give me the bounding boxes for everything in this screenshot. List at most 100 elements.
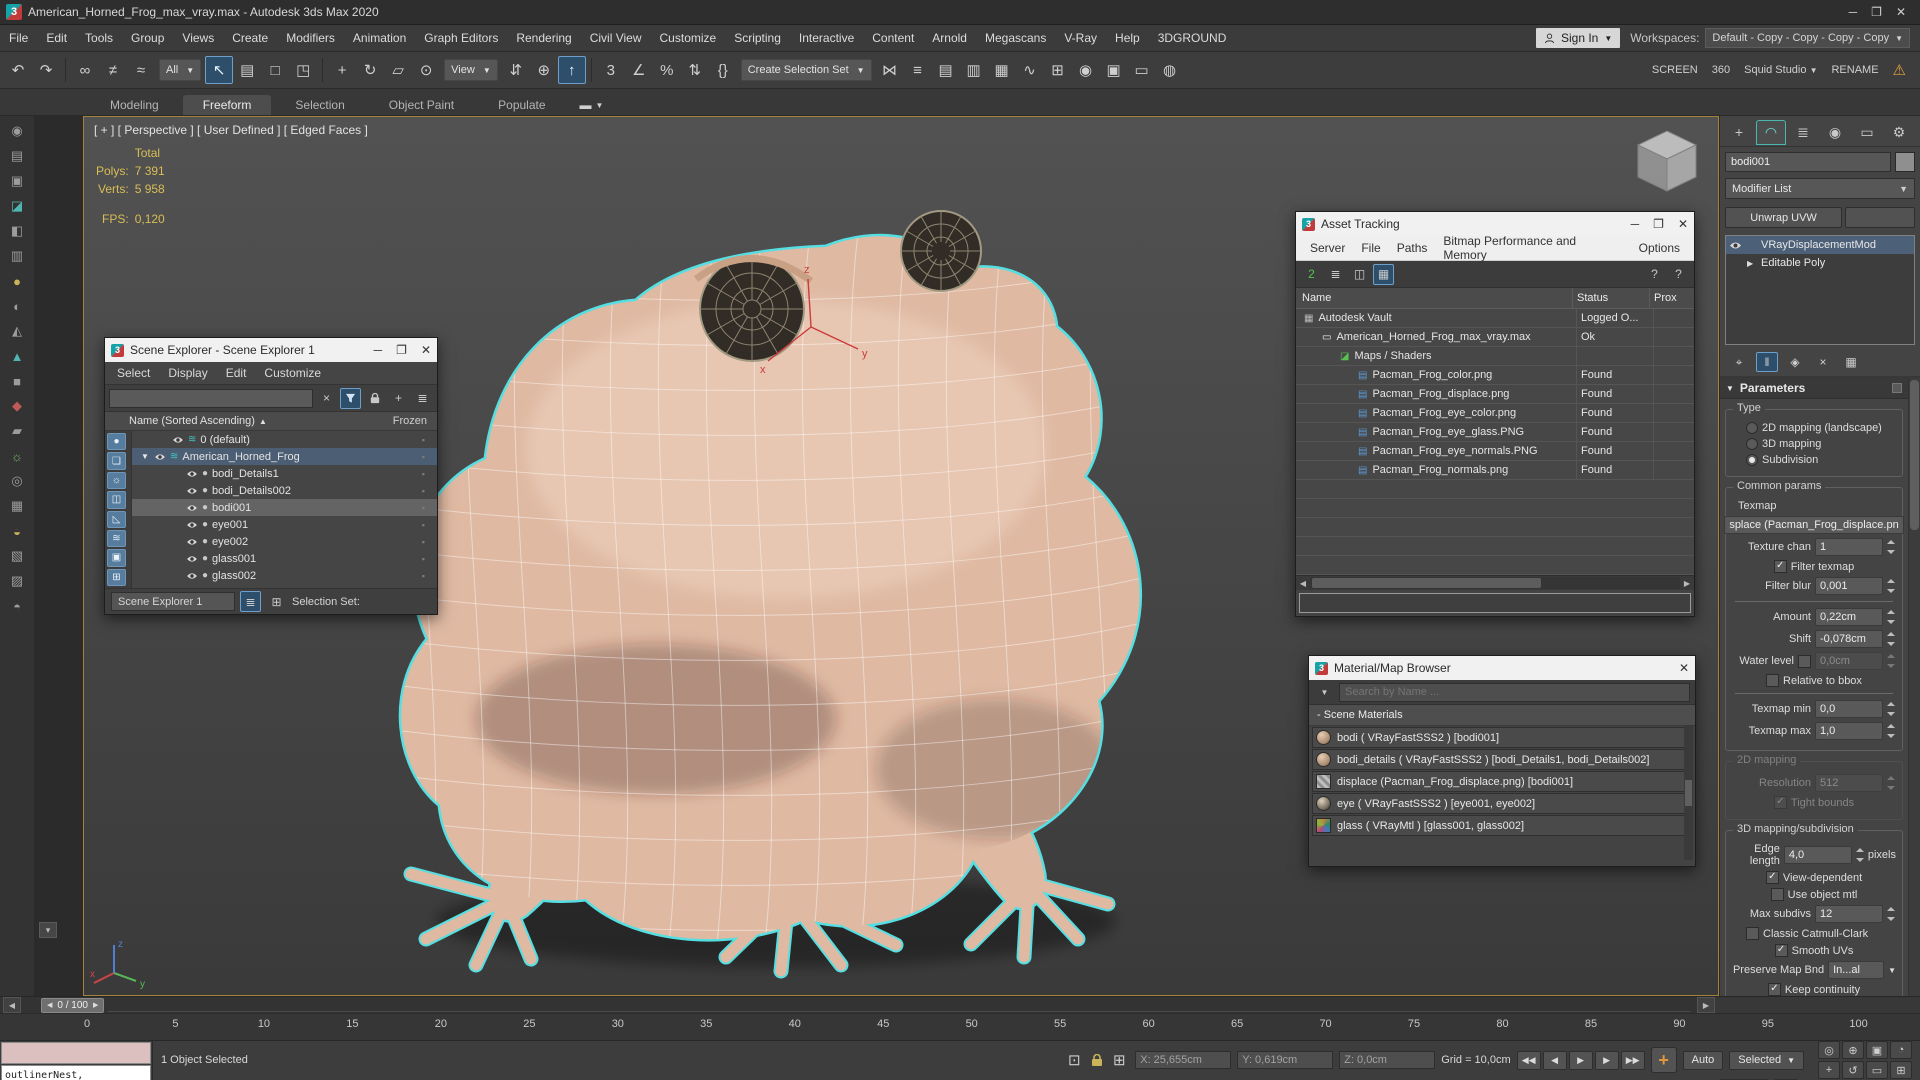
left-tool-icon[interactable]: ▰ [7,422,27,440]
parameters-rollout-header[interactable]: ▼ Parameters [1720,378,1908,399]
clear-search-icon[interactable]: × [316,388,337,409]
left-tool-icon[interactable]: ◉ [7,122,27,140]
frozen-toggle[interactable]: ▪ [422,469,425,479]
select-and-move-button[interactable]: + [328,56,356,84]
left-tool-icon[interactable]: ◓ [7,597,27,615]
asset-row[interactable]: ▤ Pacman_Frog_eye_normals.PNG Found [1296,442,1694,461]
asset-row[interactable]: ▤ Pacman_Frog_normals.png Found [1296,461,1694,480]
material-scrollbar[interactable] [1684,726,1693,860]
zoom-extents-button[interactable]: ▣ [1866,1041,1888,1059]
listener-script-row[interactable]: outlinerNest, [1,1064,151,1080]
visibility-eye-icon[interactable] [186,555,198,563]
studio-dropdown[interactable]: Squid Studio ▼ [1744,64,1817,76]
material-search-input[interactable] [1339,682,1690,702]
status-column-header[interactable]: Status [1573,288,1650,308]
align-button[interactable]: ≡ [904,56,932,84]
frozen-toggle[interactable]: ▪ [422,452,425,462]
left-tool-icon[interactable]: ▦ [7,497,27,515]
render-production-button[interactable]: ◍ [1156,56,1184,84]
spinner[interactable] [1887,540,1896,554]
grid-mode-icon[interactable]: ⊞ [266,591,287,612]
filter-groups-icon[interactable]: ▣ [107,549,126,567]
select-and-place-button[interactable]: ⊙ [412,56,440,84]
left-tool-icon[interactable]: ▧ [7,547,27,565]
left-tool-icon[interactable]: ◐ [7,297,27,315]
remove-modifier-button[interactable]: × [1812,352,1834,372]
scene-explorer-menu-item[interactable]: Edit [218,366,255,380]
spinner[interactable] [1887,632,1896,646]
maximize-button[interactable]: ❐ [1871,5,1882,19]
bind-to-space-warp-button[interactable]: ≈ [127,56,155,84]
frozen-toggle[interactable]: ▪ [422,520,425,530]
use-selection-center-button[interactable]: ⊕ [530,56,558,84]
filter-funnel-icon[interactable] [340,387,361,409]
scene-row[interactable]: ● glass001 ▪ [132,550,437,567]
angle-snap-button[interactable]: ∠ [625,56,653,84]
left-tool-icon[interactable]: ◒ [7,522,27,540]
vault-status-icon[interactable]: 2 [1301,264,1322,285]
time-slider-track[interactable] [108,999,1690,1012]
asset-command-field[interactable] [1299,593,1691,613]
material-editor-button[interactable]: ◉ [1072,56,1100,84]
menu-item[interactable]: Civil View [581,25,651,51]
close-button[interactable]: ✕ [1896,5,1906,19]
menu-item[interactable]: Views [173,25,223,51]
select-and-rotate-button[interactable]: ↻ [356,56,384,84]
scene-row[interactable]: ● bodi_Details1 ▪ [132,465,437,482]
y-coordinate-field[interactable]: Y: 0,619cm [1237,1051,1334,1069]
material-row[interactable]: bodi_details ( VRayFastSSS2 ) [bodi_Deta… [1312,749,1692,770]
visibility-eye-icon[interactable] [186,572,198,580]
material-row[interactable]: bodi ( VRayFastSSS2 ) [bodi001] [1312,727,1692,748]
texmap-button[interactable]: splace (Pacman_Frog_displace.pn [1724,516,1904,534]
rectangular-selection-button[interactable]: □ [261,56,289,84]
classic-catmull-clark-checkbox[interactable] [1746,927,1759,940]
scene-explorer-toggle-button[interactable]: ▥ [960,56,988,84]
filter-geometry-icon[interactable]: ● [107,433,126,451]
close-button[interactable]: ✕ [421,343,431,357]
motion-tab[interactable]: ◉ [1820,120,1850,145]
asset-tracking-menu-item[interactable]: Paths [1389,241,1436,255]
spinner[interactable] [1855,848,1864,862]
scene-row[interactable]: ● eye001 ▪ [132,516,437,533]
visibility-eye-icon[interactable] [186,521,198,529]
warning-icon[interactable]: ⚠ [1893,61,1906,79]
go-to-start-button[interactable]: ◀◀ [1516,1050,1541,1070]
visibility-eye-icon[interactable] [172,436,184,444]
smooth-uvs-checkbox[interactable]: ✓ [1774,944,1788,957]
asset-tracking-menu-item[interactable]: Server [1302,241,1353,255]
preserve-map-bnd-dropdown[interactable]: In...al [1828,961,1885,979]
max-subdivs-field[interactable]: 12 [1815,905,1883,923]
filter-lights-icon[interactable]: ☼ [107,471,126,490]
frozen-toggle[interactable]: ▪ [422,503,425,513]
left-tool-icon[interactable]: ● [7,272,27,290]
left-tool-icon[interactable]: ▥ [7,247,27,265]
track-bar[interactable]: 0 5 10 15 20 25 30 35 40 45 50 55 60 65 70 75 80 85 90 95 10… [0,1013,1920,1040]
use-object-mtl-checkbox[interactable] [1770,888,1784,901]
left-tool-icon[interactable]: ▤ [7,147,27,165]
orbit-button[interactable]: ↺ [1842,1061,1864,1079]
viewport-tab-arrow[interactable]: ▾ [39,922,57,938]
scene-row[interactable]: ≋ 0 (default) ▪ [132,431,437,448]
spinner-snap-button[interactable]: ⇅ [681,56,709,84]
scene-row[interactable]: ● glass002 ▪ [132,567,437,584]
add-icon[interactable]: + [388,388,409,409]
menu-item[interactable]: Rendering [507,25,580,51]
redo-button[interactable]: ↷ [32,56,60,84]
left-tool-icon[interactable]: ◎ [7,472,27,490]
modifier-preset-button[interactable] [1845,207,1915,228]
left-tool-icon[interactable]: ◆ [7,397,27,415]
z-coordinate-field[interactable]: Z: 0,0cm [1339,1051,1436,1069]
visibility-eye-icon[interactable] [154,453,166,461]
maximize-viewport-button[interactable]: ▭ [1866,1061,1888,1079]
frog-model[interactable]: z x y [356,209,1256,989]
edge-length-field[interactable]: 4,0 [1783,846,1852,864]
absolute-offset-toggle[interactable]: ⊞ [1109,1051,1129,1069]
shift-field[interactable]: -0,078cm [1815,630,1883,648]
name-column-header[interactable]: Name (Sorted Ascending) [129,415,255,427]
zoom-button[interactable]: ◎ [1818,1041,1840,1059]
asset-row[interactable]: ▤ Pacman_Frog_eye_glass.PNG Found [1296,423,1694,442]
left-tool-icon[interactable]: ■ [7,372,27,390]
selection-lock-icon[interactable] [1091,1053,1103,1067]
asset-row[interactable]: ▤ Pacman_Frog_color.png Found [1296,366,1694,385]
layers-mode-icon[interactable]: ≣ [240,591,261,612]
